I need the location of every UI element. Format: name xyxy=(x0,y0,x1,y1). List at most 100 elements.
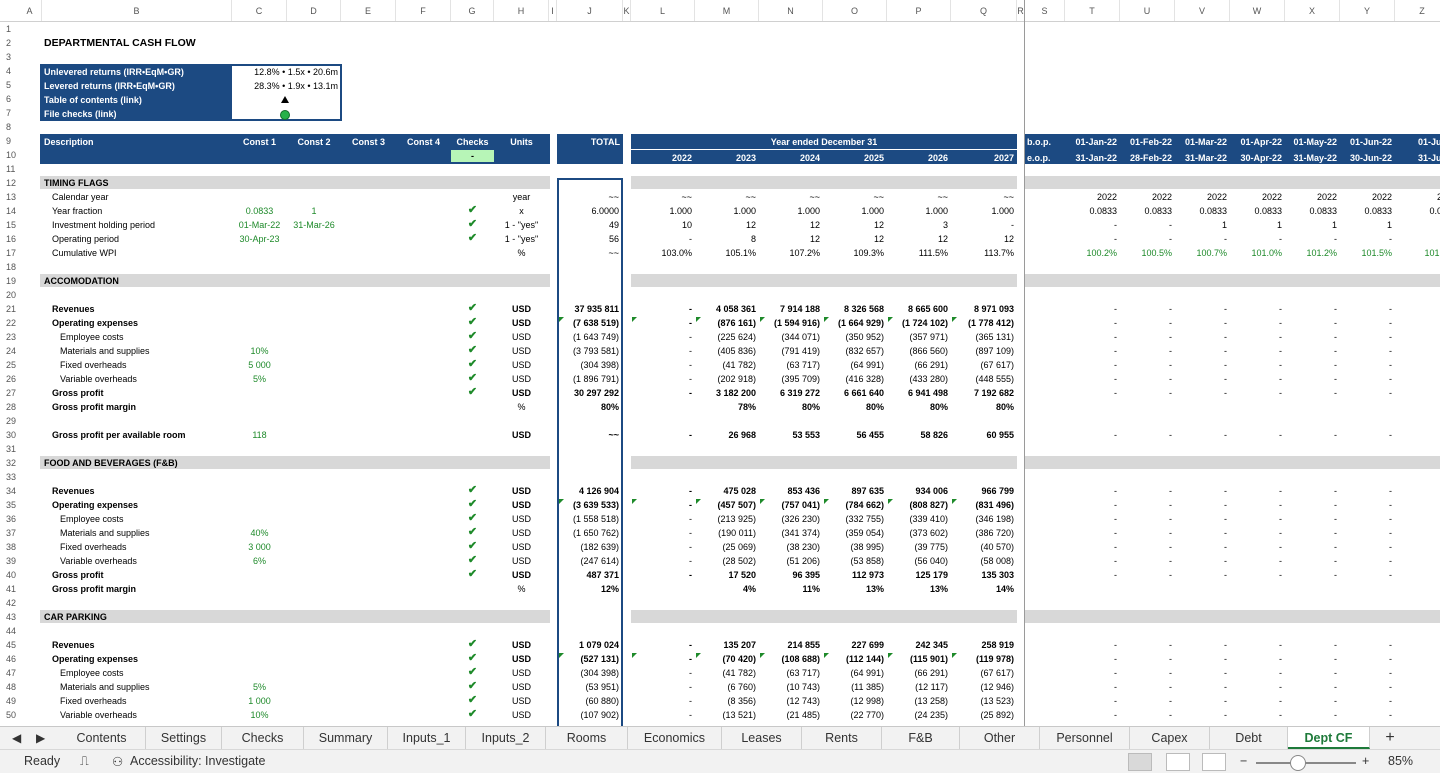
row-header[interactable]: 16 xyxy=(0,232,18,246)
sheet-tab-other[interactable]: Other xyxy=(960,727,1040,749)
spreadsheet-grid[interactable]: ABCDEFGHIJKLMNOPQRSTUVWXYZ 1 2 3 4 5 6 7 8 9 10 11… xyxy=(0,0,1440,726)
column-header-t[interactable]: T xyxy=(1065,0,1120,22)
page-layout-view-button[interactable] xyxy=(1166,753,1190,771)
column-header-z[interactable]: Z xyxy=(1395,0,1440,22)
row-header[interactable]: 12 xyxy=(0,176,18,190)
column-header-v[interactable]: V xyxy=(1175,0,1230,22)
column-header-o[interactable]: O xyxy=(823,0,887,22)
const2-input[interactable]: 31-Mar-26 xyxy=(287,218,341,232)
row-header[interactable]: 29 xyxy=(0,414,18,428)
row-header[interactable]: 40 xyxy=(0,568,18,582)
column-header-w[interactable]: W xyxy=(1230,0,1285,22)
summary-label[interactable]: File checks (link) xyxy=(44,107,117,121)
checks-status[interactable]: - xyxy=(451,149,494,163)
row-header[interactable]: 39 xyxy=(0,554,18,568)
column-header-a[interactable]: A xyxy=(18,0,42,22)
row-header[interactable]: 33 xyxy=(0,470,18,484)
sheet-tab-inputs-1[interactable]: Inputs_1 xyxy=(388,727,466,749)
column-header-s[interactable]: S xyxy=(1025,0,1065,22)
column-header-q[interactable]: Q xyxy=(951,0,1017,22)
column-header-i[interactable]: I xyxy=(549,0,557,22)
const1-input[interactable]: 118 xyxy=(232,428,287,442)
accessibility-status[interactable]: Accessibility: Investigate xyxy=(130,754,265,768)
const1-input[interactable]: 0.0833 xyxy=(232,204,287,218)
const1-input[interactable]: 5% xyxy=(232,680,287,694)
column-header-l[interactable]: L xyxy=(631,0,695,22)
const1-input[interactable]: 01-Mar-22 xyxy=(232,218,287,232)
row-header[interactable]: 20 xyxy=(0,288,18,302)
const1-input[interactable]: 5% xyxy=(232,372,287,386)
const1-input[interactable]: 1 000 xyxy=(232,694,287,708)
sheet-tab-checks[interactable]: Checks xyxy=(222,727,304,749)
row-header[interactable]: 1 xyxy=(0,22,18,36)
row-header[interactable]: 3 xyxy=(0,50,18,64)
row-header[interactable]: 36 xyxy=(0,512,18,526)
row-header[interactable]: 28 xyxy=(0,400,18,414)
row-header[interactable]: 18 xyxy=(0,260,18,274)
row-header[interactable]: 25 xyxy=(0,358,18,372)
add-sheet-button[interactable]: + xyxy=(1372,727,1408,749)
const1-input[interactable]: 10% xyxy=(232,708,287,722)
macro-record-icon[interactable]: ⎍ xyxy=(80,754,89,769)
row-header[interactable]: 6 xyxy=(0,92,18,106)
summary-label[interactable]: Table of contents (link) xyxy=(44,93,142,107)
row-header[interactable]: 47 xyxy=(0,666,18,680)
const1-input[interactable]: 5 000 xyxy=(232,358,287,372)
row-header[interactable]: 26 xyxy=(0,372,18,386)
row-header[interactable]: 48 xyxy=(0,680,18,694)
const1-input[interactable]: 6% xyxy=(232,554,287,568)
row-header[interactable]: 22 xyxy=(0,316,18,330)
const1-input[interactable]: 40% xyxy=(232,526,287,540)
row-header[interactable]: 13 xyxy=(0,190,18,204)
column-header-e[interactable]: E xyxy=(341,0,396,22)
row-header[interactable]: 15 xyxy=(0,218,18,232)
row-header[interactable]: 49 xyxy=(0,694,18,708)
row-header[interactable]: 4 xyxy=(0,64,18,78)
row-header[interactable]: 9 xyxy=(0,134,18,148)
column-header-x[interactable]: X xyxy=(1285,0,1340,22)
row-header[interactable]: 44 xyxy=(0,624,18,638)
sheet-tab-leases[interactable]: Leases xyxy=(722,727,802,749)
column-header-f[interactable]: F xyxy=(396,0,451,22)
column-header-m[interactable]: M xyxy=(695,0,759,22)
row-header[interactable]: 38 xyxy=(0,540,18,554)
const1-input[interactable]: 3 000 xyxy=(232,540,287,554)
zoom-in-button[interactable]: + xyxy=(1362,754,1369,768)
column-header-j[interactable]: J xyxy=(557,0,623,22)
sheet-tab-economics[interactable]: Economics xyxy=(628,727,722,749)
row-header[interactable]: 19 xyxy=(0,274,18,288)
sheet-tab-settings[interactable]: Settings xyxy=(146,727,222,749)
const2-input[interactable]: 1 xyxy=(287,204,341,218)
row-header[interactable]: 37 xyxy=(0,526,18,540)
row-header[interactable]: 7 xyxy=(0,106,18,120)
row-header[interactable]: 41 xyxy=(0,582,18,596)
column-header-h[interactable]: H xyxy=(494,0,549,22)
row-header[interactable]: 24 xyxy=(0,344,18,358)
row-header[interactable]: 45 xyxy=(0,638,18,652)
chevron-left-icon[interactable]: ◀ xyxy=(12,731,21,745)
sheet-tab-dept-cf[interactable]: Dept CF xyxy=(1288,727,1370,749)
contents-link-icon[interactable] xyxy=(232,93,338,107)
zoom-slider-thumb[interactable] xyxy=(1290,755,1306,771)
row-header[interactable]: 43 xyxy=(0,610,18,624)
sheet-tab-rents[interactable]: Rents xyxy=(802,727,882,749)
row-header[interactable]: 42 xyxy=(0,596,18,610)
sheet-tab-inputs-2[interactable]: Inputs_2 xyxy=(466,727,546,749)
column-header-y[interactable]: Y xyxy=(1340,0,1395,22)
row-header[interactable]: 27 xyxy=(0,386,18,400)
row-header[interactable]: 11 xyxy=(0,162,18,176)
row-header[interactable]: 14 xyxy=(0,204,18,218)
chevron-right-icon[interactable]: ▶ xyxy=(36,731,45,745)
column-header-d[interactable]: D xyxy=(287,0,341,22)
column-header-p[interactable]: P xyxy=(887,0,951,22)
row-header[interactable]: 46 xyxy=(0,652,18,666)
normal-view-button[interactable] xyxy=(1128,753,1152,771)
sheet-tab-f-b[interactable]: F&B xyxy=(882,727,960,749)
row-header[interactable]: 21 xyxy=(0,302,18,316)
column-header-k[interactable]: K xyxy=(623,0,631,22)
row-header[interactable]: 10 xyxy=(0,148,18,162)
row-header[interactable]: 5 xyxy=(0,78,18,92)
sheet-tab-capex[interactable]: Capex xyxy=(1130,727,1210,749)
zoom-slider[interactable] xyxy=(1256,762,1356,764)
row-header[interactable]: 30 xyxy=(0,428,18,442)
